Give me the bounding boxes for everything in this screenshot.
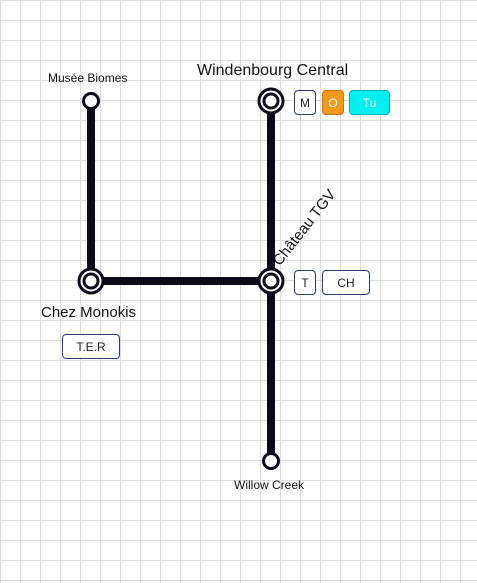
station-label-musee-biomes: Musée Biomes bbox=[48, 71, 128, 85]
metro-map bbox=[77, 87, 285, 470]
line-chip-o[interactable]: O bbox=[322, 90, 344, 115]
track-lines bbox=[87, 97, 275, 465]
station-label-willow-creek: Willow Creek bbox=[234, 478, 305, 492]
station-musee-biomes-node[interactable] bbox=[82, 92, 100, 110]
line-chip-ch[interactable]: CH bbox=[322, 270, 370, 295]
line-chip-ter[interactable]: T.E.R bbox=[62, 334, 120, 359]
station-willow-creek-node[interactable] bbox=[262, 452, 280, 470]
station-label-chez-monokis: Chez Monokis bbox=[41, 304, 137, 321]
station-label-windenbourg-central: Windenbourg Central bbox=[197, 62, 349, 79]
station-windenbourg-central-node[interactable] bbox=[257, 87, 285, 115]
station-chez-monokis-node[interactable] bbox=[77, 267, 105, 295]
station-chateau-tgv-node[interactable] bbox=[257, 267, 285, 295]
line-chip-m[interactable]: M bbox=[294, 90, 316, 115]
line-chip-t[interactable]: T bbox=[294, 270, 316, 295]
line-chip-tu[interactable]: Tu bbox=[349, 90, 390, 115]
